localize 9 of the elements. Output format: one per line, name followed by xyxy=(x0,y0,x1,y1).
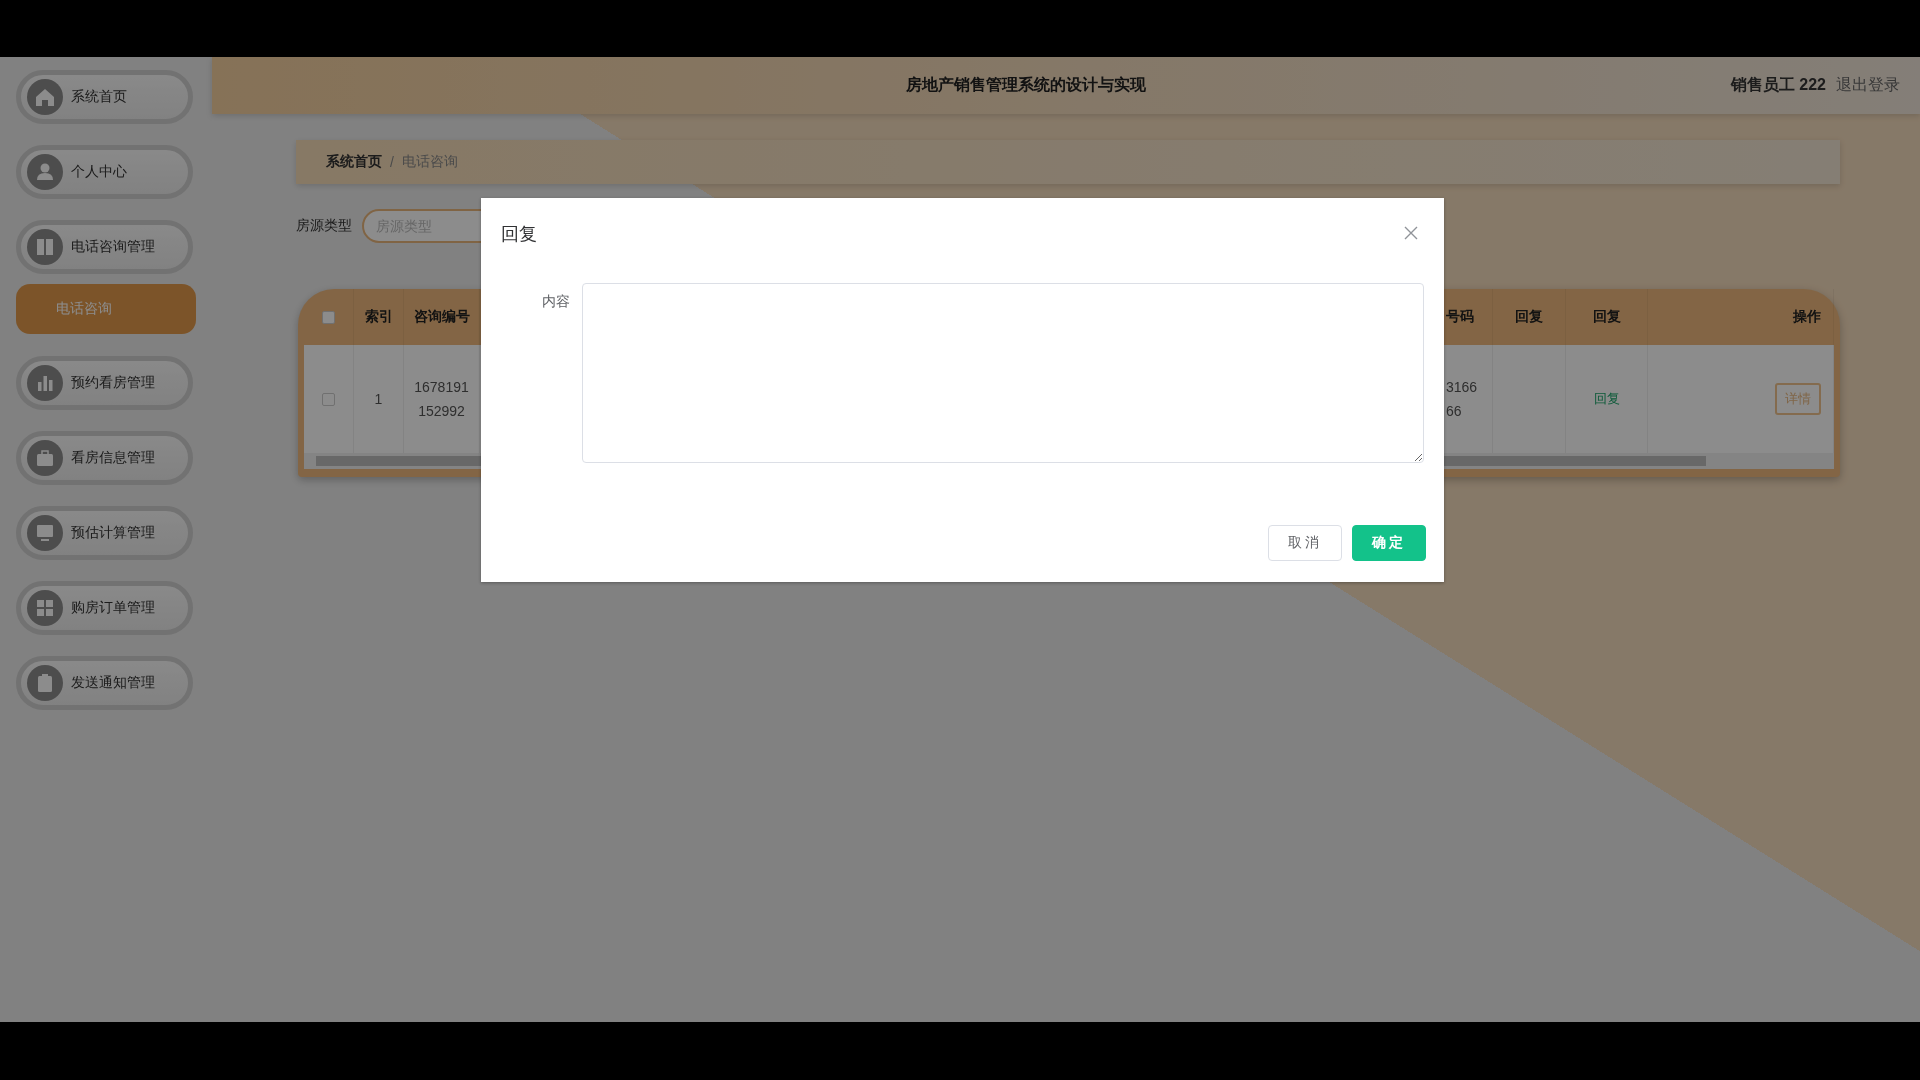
dialog-title: 回复 xyxy=(501,223,537,246)
app-title: 房地产销售管理系统的设计与实现 xyxy=(905,75,1148,95)
table-cell-text: 3166 xyxy=(1446,378,1478,397)
table-cell-text: 1678191152992 xyxy=(413,378,470,421)
breadcrumb-separator: / xyxy=(390,154,394,170)
field-label: 内容 xyxy=(541,292,571,311)
filter-label: 房源类型 xyxy=(296,217,352,235)
table-cell-text: 66 xyxy=(1446,402,1462,421)
user-name: 销售员工 222 xyxy=(1730,75,1826,95)
